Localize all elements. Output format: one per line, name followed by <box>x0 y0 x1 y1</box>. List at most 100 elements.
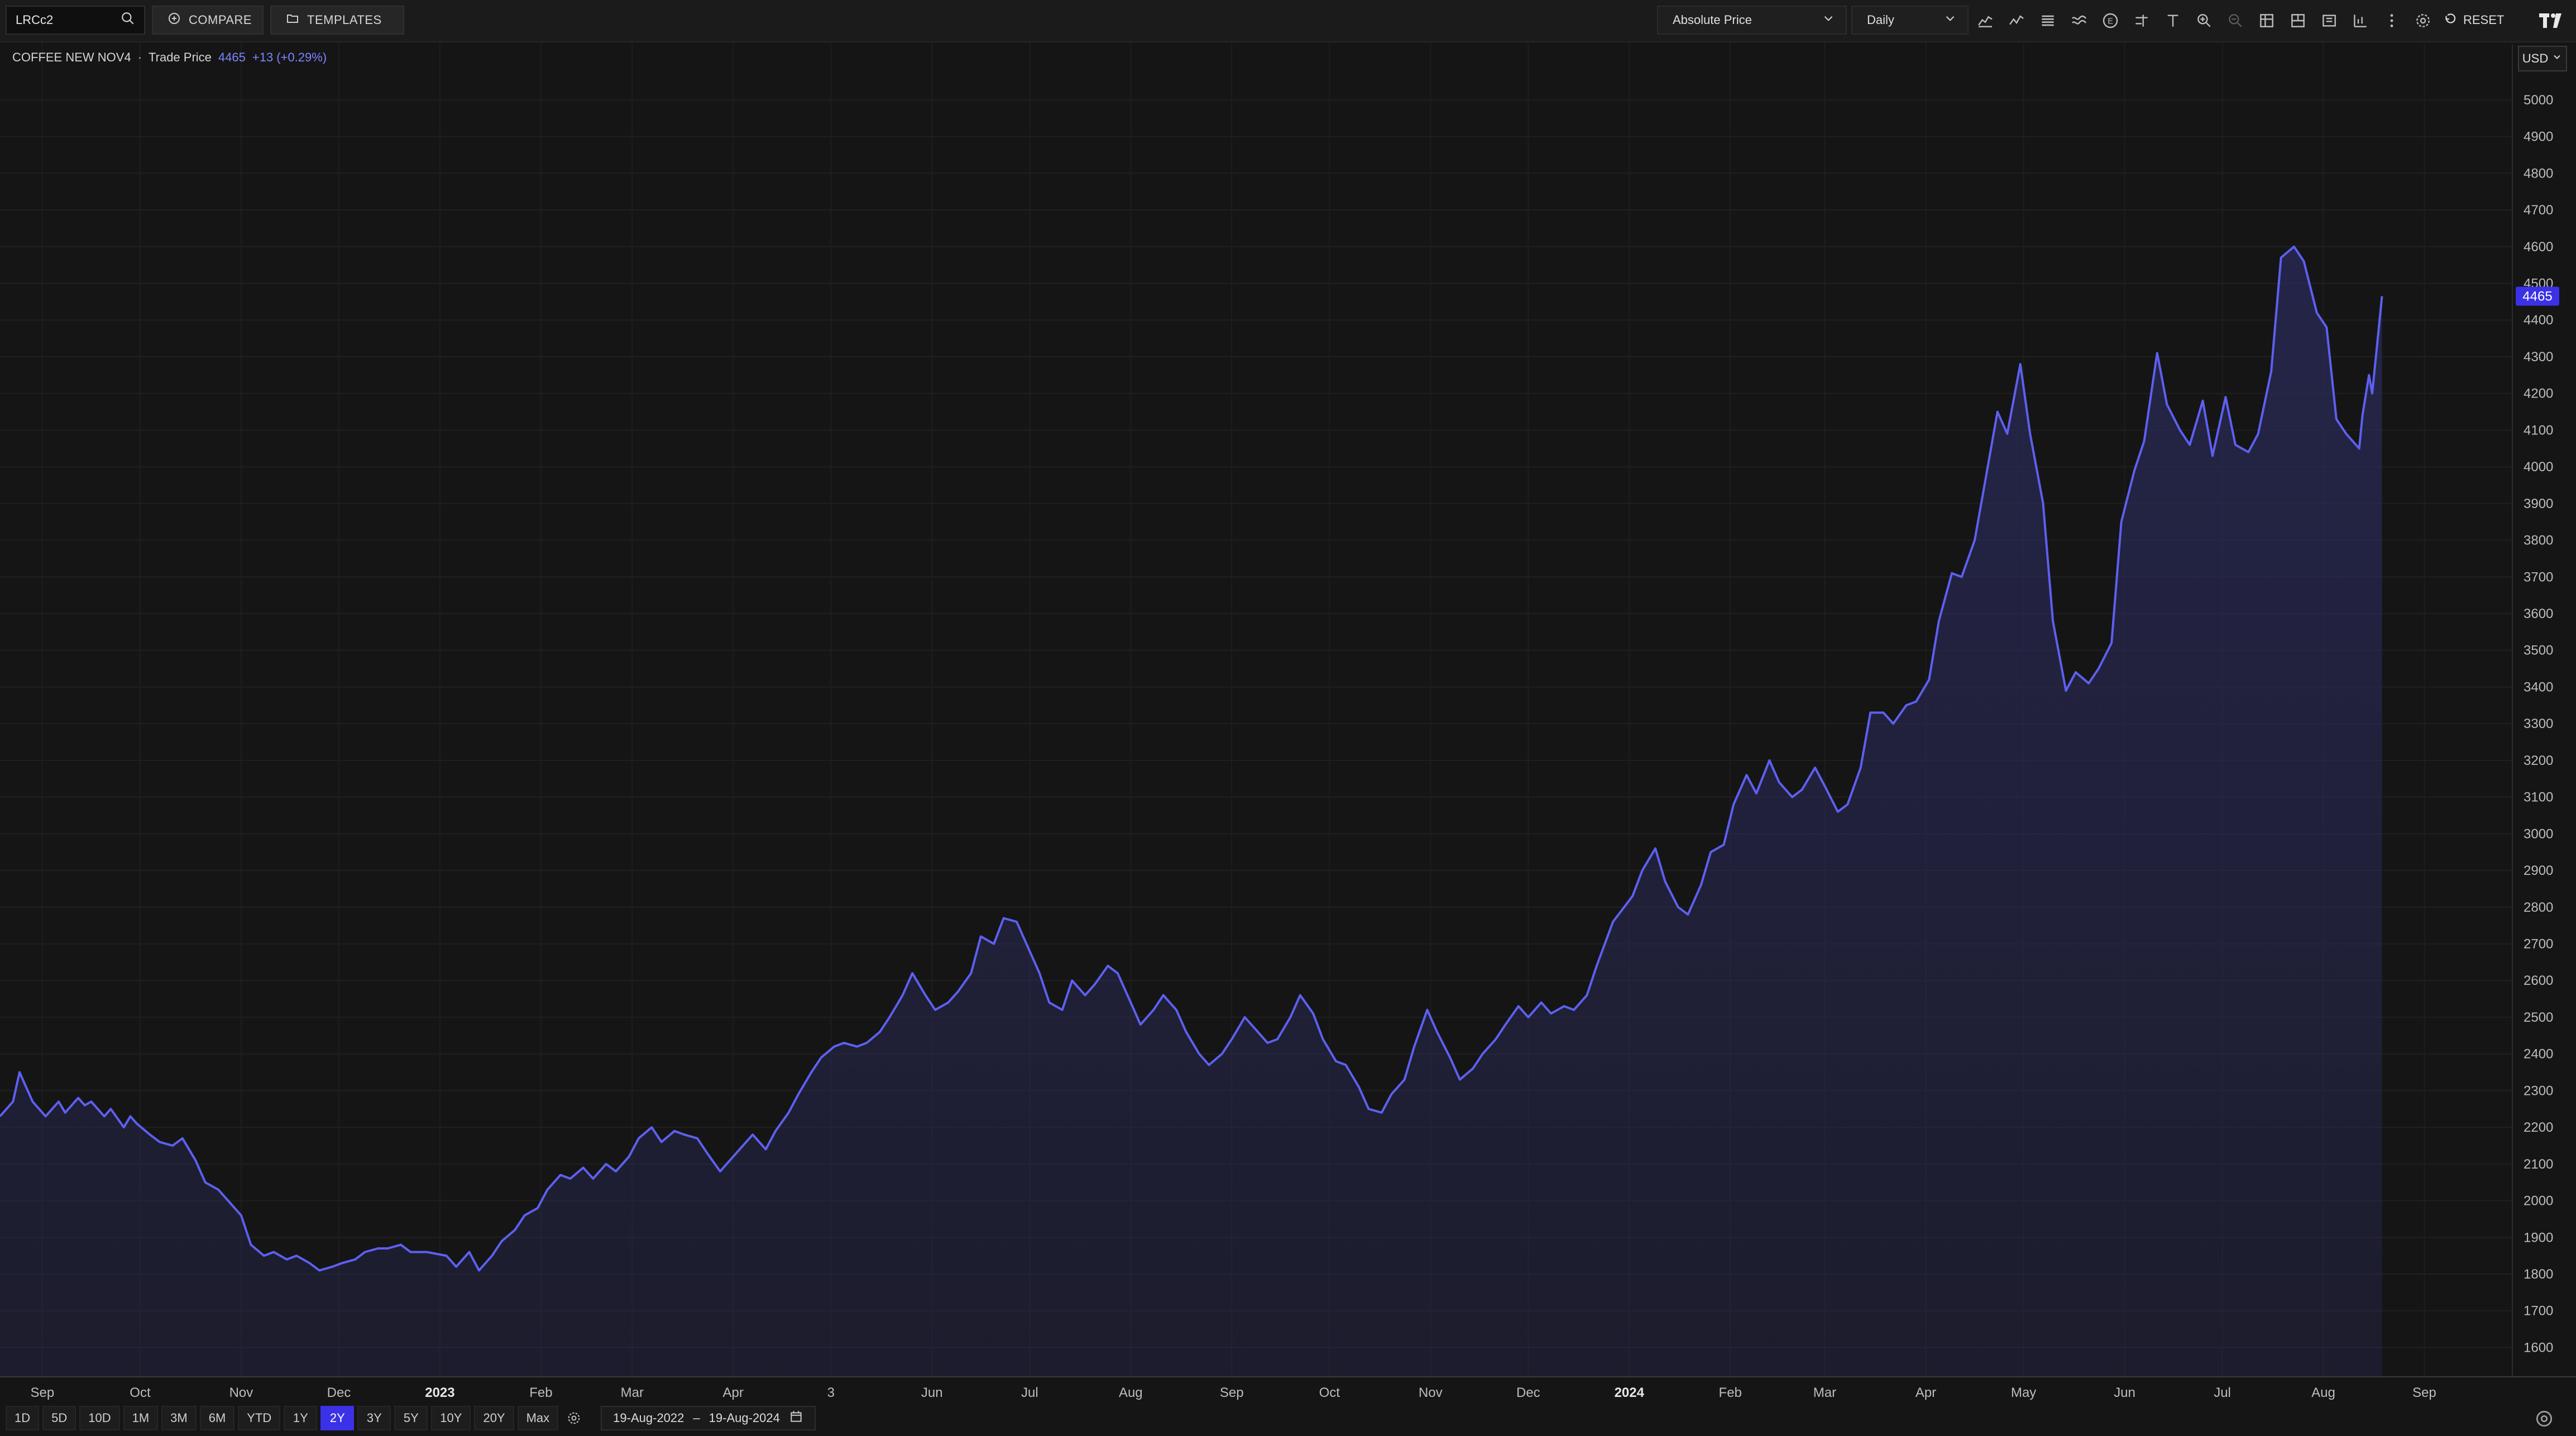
bar-chart-icon[interactable] <box>2038 11 2058 31</box>
date-range-end: 19-Aug-2024 <box>708 1411 780 1425</box>
x-tick-label: 2024 <box>1615 1385 1645 1400</box>
y-tick-label: 4800 <box>2524 166 2553 181</box>
range-1y[interactable]: 1Y <box>284 1406 318 1430</box>
x-tick-label: Apr <box>723 1385 744 1400</box>
x-tick-label: Jun <box>2114 1385 2136 1400</box>
y-tick-label: 4600 <box>2524 240 2553 255</box>
currency-value: USD <box>2522 51 2549 65</box>
range-selector: 1D 5D 10D 1M 3M 6M YTD 1Y 2Y 3Y 5Y 10Y 2… <box>6 1406 816 1430</box>
y-tick-label: 4000 <box>2524 459 2553 475</box>
x-tick-label: Feb <box>1719 1385 1742 1400</box>
range-3y[interactable]: 3Y <box>357 1406 391 1430</box>
x-tick-label: Oct <box>130 1385 151 1400</box>
x-tick-label: Aug <box>2311 1385 2335 1400</box>
templates-button[interactable]: TEMPLATES <box>270 6 404 35</box>
more-icon[interactable] <box>2382 11 2402 31</box>
y-tick-label: 4400 <box>2524 313 2553 328</box>
reset-button[interactable]: RESET <box>2443 6 2504 35</box>
range-settings-icon[interactable] <box>562 1406 586 1430</box>
x-axis: Sep Oct Nov Dec 2023 Feb Mar Apr 3 Jun Jul Aug Sep Oc… <box>0 1376 2576 1400</box>
x-tick-label: Dec <box>327 1385 351 1400</box>
x-tick-label: 2023 <box>425 1385 454 1400</box>
range-6m[interactable]: 6M <box>199 1406 235 1430</box>
studies-icon[interactable] <box>2069 11 2089 31</box>
text-tool-icon[interactable] <box>2163 11 2183 31</box>
price-chart[interactable]: 1600 1700 1800 1900 2000 2100 2200 2300 2400 2500… <box>0 0 2576 1436</box>
x-tick-label: Mar <box>621 1385 644 1400</box>
panes-icon[interactable] <box>2288 11 2308 31</box>
y-tick-label: 3100 <box>2524 790 2553 805</box>
y-tick-label: 2400 <box>2524 1047 2553 1062</box>
x-tick-label: Jul <box>1021 1385 1038 1400</box>
y-tick-label: 2600 <box>2524 973 2553 988</box>
field-name: Trade Price <box>149 50 212 64</box>
price-type-value: Absolute Price <box>1673 13 1752 27</box>
x-tick-label: Apr <box>1916 1385 1936 1400</box>
undo-icon <box>2443 11 2458 29</box>
layout-icon[interactable] <box>2257 11 2277 31</box>
zoom-out-icon[interactable] <box>2225 11 2245 31</box>
date-range-start: 19-Aug-2022 <box>613 1411 684 1425</box>
compare-label: COMPARE <box>189 13 252 27</box>
range-10y[interactable]: 10Y <box>431 1406 471 1430</box>
reset-label: RESET <box>2463 13 2505 27</box>
compare-button[interactable]: COMPARE <box>152 6 264 35</box>
legend-separator: · <box>137 50 142 64</box>
y-tick-label: 3200 <box>2524 753 2553 768</box>
top-toolbar: LRCc2 COMPARE TEMPLATES Absolute Price D… <box>0 0 2576 42</box>
series-area <box>0 246 2382 1377</box>
y-tick-label: 2900 <box>2524 863 2553 878</box>
price-type-select[interactable]: Absolute Price <box>1657 6 1847 35</box>
range-5d[interactable]: 5D <box>42 1406 76 1430</box>
bottom-toolbar: 1D 5D 10D 1M 3M 6M YTD 1Y 2Y 3Y 5Y 10Y 2… <box>0 1403 2576 1436</box>
y-tick-label: 4100 <box>2524 423 2553 438</box>
template-icon[interactable] <box>2319 11 2339 31</box>
range-max[interactable]: Max <box>517 1406 559 1430</box>
trendline-icon[interactable] <box>2132 11 2152 31</box>
x-tick-label: Aug <box>1119 1385 1143 1400</box>
y-tick-label: 3000 <box>2524 826 2553 841</box>
instrument-name: COFFEE NEW NOV4 <box>12 50 131 64</box>
tradingview-logo-icon <box>2538 9 2568 31</box>
line-chart-icon[interactable] <box>2007 11 2027 31</box>
y-tick-label: 4900 <box>2524 130 2553 145</box>
chart-series <box>0 245 2383 1377</box>
svg-text:E: E <box>2108 17 2113 26</box>
last-value-marker: 4465 <box>2516 286 2559 306</box>
ric-search[interactable]: LRCc2 <box>6 6 145 35</box>
currency-select[interactable]: USD <box>2518 46 2567 71</box>
date-range-picker[interactable]: 19-Aug-2022 – 19-Aug-2024 <box>601 1406 816 1430</box>
x-tick-label: Jul <box>2214 1385 2231 1400</box>
x-tick-label: Nov <box>229 1385 253 1400</box>
instrument-legend: COFFEE NEW NOV4 · Trade Price 4465 +13 (… <box>12 50 327 65</box>
y-tick-label: 1800 <box>2524 1267 2553 1282</box>
settings-icon[interactable] <box>2413 11 2433 31</box>
range-20y[interactable]: 20Y <box>474 1406 514 1430</box>
mountain-chart-icon[interactable] <box>1975 11 1995 31</box>
ric-search-input[interactable]: LRCc2 <box>16 13 121 27</box>
y-tick-label: 2300 <box>2524 1083 2553 1098</box>
x-tick-label: Mar <box>1813 1385 1836 1400</box>
y-tick-label: 2100 <box>2524 1157 2553 1172</box>
range-1m[interactable]: 1M <box>123 1406 159 1430</box>
range-10d[interactable]: 10D <box>79 1406 120 1430</box>
range-ytd[interactable]: YTD <box>238 1406 281 1430</box>
events-icon[interactable]: E <box>2100 11 2120 31</box>
y-tick-label: 3500 <box>2524 643 2553 658</box>
y-tick-label: 4300 <box>2524 350 2553 365</box>
price-change: +13 (+0.29%) <box>252 50 327 64</box>
y-axis: 1600 1700 1800 1900 2000 2100 2200 2300 2400 2500… <box>2512 45 2553 1377</box>
range-5y[interactable]: 5Y <box>394 1406 428 1430</box>
indicator-icon[interactable] <box>2350 11 2371 31</box>
zoom-in-icon[interactable] <box>2194 11 2214 31</box>
range-2y[interactable]: 2Y <box>320 1406 355 1430</box>
range-3m[interactable]: 3M <box>161 1406 197 1430</box>
chart-settings-icon[interactable] <box>2534 1408 2555 1429</box>
range-1d[interactable]: 1D <box>6 1406 40 1430</box>
x-tick-label: 3 <box>827 1385 835 1400</box>
x-tick-label: Dec <box>1516 1385 1540 1400</box>
search-icon[interactable] <box>121 11 135 29</box>
interval-select[interactable]: Daily <box>1851 6 1969 35</box>
plus-circle-icon <box>167 12 181 28</box>
y-tick-label: 3800 <box>2524 533 2553 548</box>
